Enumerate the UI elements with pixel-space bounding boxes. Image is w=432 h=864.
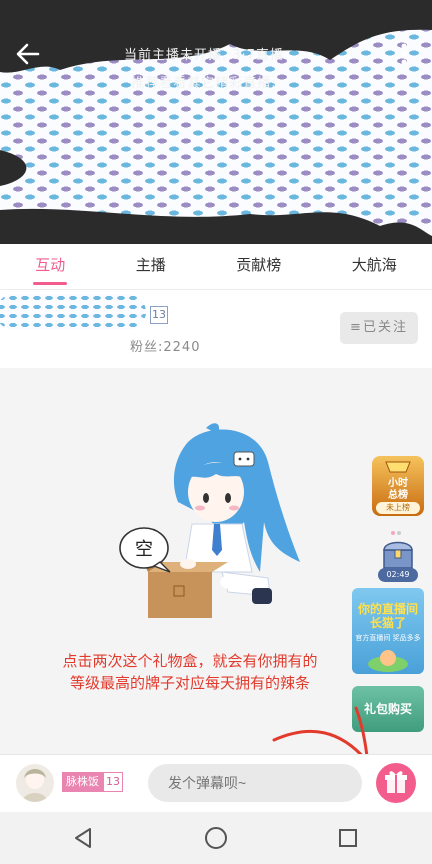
offline-message-line1: 当前主播未开播, 3·7直播 (124, 48, 284, 63)
promo1-title-line1: 你的直播间 (357, 602, 418, 616)
streamer-name-redacted (0, 294, 146, 330)
streamer-level-badge: 13 (150, 306, 168, 324)
tab-bar: 互动 主播 贡献榜 大航海 (0, 244, 432, 290)
promo1-title-line2: 长猫了 (369, 616, 406, 630)
fan-medal-badge[interactable]: 脉株饭 13 (62, 772, 123, 792)
rank-title: 小时 总榜 (372, 478, 424, 502)
nav-home-icon[interactable] (204, 826, 228, 850)
fan-medal-name: 脉株饭 (62, 772, 103, 792)
tab-contribution-rank[interactable]: 贡献榜 (228, 244, 289, 290)
torn-overlay (0, 0, 432, 244)
fan-medal-level: 13 (103, 772, 123, 792)
avatar[interactable] (16, 764, 54, 802)
nav-back-icon[interactable] (72, 826, 94, 850)
rank-banner-icon (385, 461, 411, 473)
tip-caption-line2: 等级最高的牌子对应每天拥有的辣条 (69, 674, 310, 692)
nav-recent-apps-icon[interactable] (338, 828, 358, 848)
chest-countdown: 02:49 (378, 568, 418, 582)
promo-banner-cat-subtitle: 官方直播间 奖品多多 (355, 634, 421, 642)
rank-title-line1: 小时 (388, 478, 408, 489)
rank-pager-dots (390, 520, 402, 535)
tab-voyage[interactable]: 大航海 (344, 244, 405, 290)
more-options-icon[interactable] (396, 40, 412, 68)
tip-caption-line1: 点击两次这个礼物盒，就会有你拥有的 (62, 652, 318, 670)
follow-button[interactable]: ≡已关注 (340, 312, 418, 344)
mascot-illustration[interactable]: 空 (118, 422, 304, 622)
rank-title-line2: 总榜 (388, 490, 408, 501)
offline-message-line2: 推荐看看其它精彩直播: (131, 76, 277, 91)
fans-count: 粉丝:2240 (130, 340, 201, 355)
back-arrow-icon[interactable] (14, 40, 42, 68)
hourly-rank-widget[interactable]: 小时 总榜 未上榜 (372, 456, 424, 516)
offline-message: 当前主播未开播, 3·7直播 推荐看看其它精彩直播: (84, 42, 324, 98)
gift-button[interactable] (376, 763, 416, 803)
tab-streamer[interactable]: 主播 (128, 244, 174, 290)
user-avatar-image (22, 769, 48, 802)
gift-box-icon (385, 771, 407, 793)
tip-caption: 点击两次这个礼物盒，就会有你拥有的 等级最高的牌子对应每天拥有的辣条 (20, 650, 360, 694)
mascot-bubble-text: 空 (135, 539, 153, 560)
danmaku-input[interactable] (148, 764, 362, 802)
promo-pager-dots (380, 678, 392, 693)
rank-status: 未上榜 (376, 502, 420, 514)
tab-interaction[interactable]: 互动 (27, 244, 73, 290)
cat-icon (368, 650, 408, 672)
promo-banner-cat[interactable]: 你的直播间 长猫了 官方直播间 奖品多多 (352, 588, 424, 674)
video-area: 当前主播未开播, 3·7直播 推荐看看其它精彩直播: (0, 0, 432, 244)
promo-banner-cat-title: 你的直播间 长猫了 (354, 602, 422, 630)
